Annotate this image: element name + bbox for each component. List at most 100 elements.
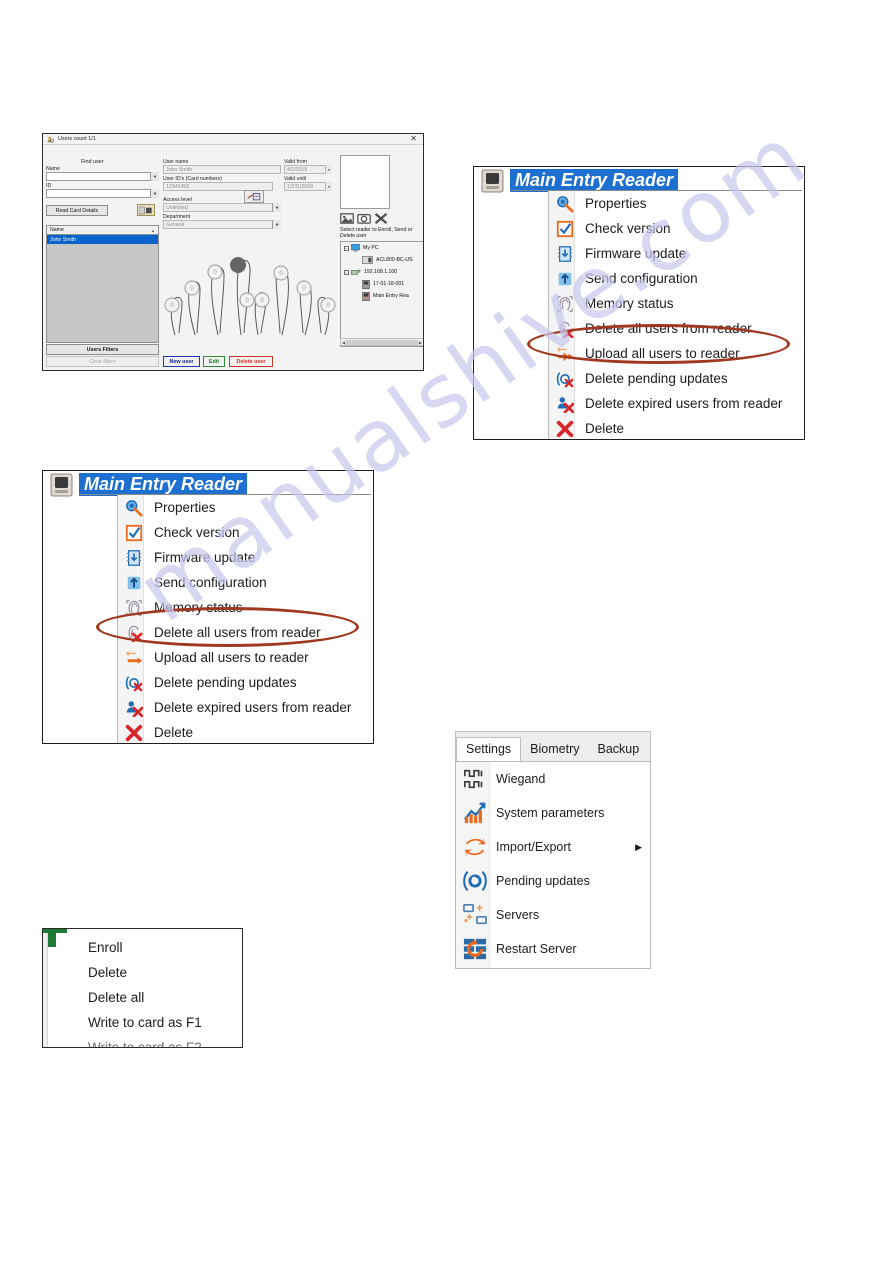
fingerprint-hands-diagram[interactable]: 000 000 00 bbox=[161, 243, 339, 341]
card-reader-icon[interactable] bbox=[137, 204, 155, 216]
names-list[interactable]: John Smith bbox=[46, 235, 159, 343]
reader-context-menu-upload: Main Entry Reader Properties Check versi… bbox=[473, 166, 805, 440]
check-version-icon bbox=[555, 219, 575, 239]
tree-item-main-entry-reader[interactable]: Main Entry Rea bbox=[341, 290, 423, 302]
sort-arrow-icon[interactable]: ▲ bbox=[151, 228, 155, 233]
menu-item-memory-status[interactable]: Memory status bbox=[549, 291, 804, 316]
fingerprint-reader-icon bbox=[480, 169, 506, 193]
reader-icon bbox=[362, 291, 370, 301]
delete-user-button[interactable]: Delete user bbox=[229, 356, 273, 367]
settings-tabs: Settings Biometry Backup bbox=[455, 731, 651, 763]
user-name-field[interactable]: John Smith bbox=[163, 165, 281, 174]
menu-item-import-export[interactable]: Import/Export ▶ bbox=[456, 830, 650, 864]
menu-item-pending-updates[interactable]: Pending updates bbox=[456, 864, 650, 898]
chevron-down-icon[interactable]: ▼ bbox=[150, 172, 159, 181]
menu-item-label: Check version bbox=[585, 221, 671, 236]
menu-item-firmware-update[interactable]: Firmware update bbox=[118, 545, 373, 570]
valid-from-field[interactable]: 4/1/2018 ▾ bbox=[284, 165, 332, 174]
menu-item-delete-expired-users[interactable]: Delete expired users from reader bbox=[118, 695, 373, 720]
load-photo-icon[interactable] bbox=[340, 212, 354, 226]
tree-item-label: 17-01-18-001 bbox=[373, 281, 405, 287]
tree-item-label: Main Entry Rea bbox=[373, 293, 409, 299]
menu-item-delete-pending-updates[interactable]: Delete pending updates bbox=[549, 366, 804, 391]
menu-item-memory-status[interactable]: Memory status bbox=[118, 595, 373, 620]
read-card-number-button[interactable] bbox=[244, 190, 264, 203]
tree-item-label: ACL800-BC-US bbox=[376, 257, 413, 263]
menu-item-restart-server[interactable]: Restart Server bbox=[456, 932, 650, 966]
menu-item-upload-all-users[interactable]: Upload all users to reader bbox=[118, 645, 373, 670]
menu-item-delete-expired-users[interactable]: Delete expired users from reader bbox=[549, 391, 804, 416]
card-reader-icon bbox=[362, 256, 373, 264]
menu-item-label: Send configuration bbox=[585, 271, 698, 286]
menu-item-delete-all[interactable]: Delete all bbox=[50, 985, 242, 1010]
menu-item-check-version[interactable]: Check version bbox=[118, 520, 373, 545]
menu-item-label: Check version bbox=[154, 525, 240, 540]
menu-item-send-configuration[interactable]: Send configuration bbox=[549, 266, 804, 291]
capture-photo-icon[interactable] bbox=[357, 212, 371, 226]
tab-backup[interactable]: Backup bbox=[589, 738, 649, 762]
edit-button[interactable]: Edit bbox=[203, 356, 225, 367]
menu-item-properties[interactable]: Properties bbox=[549, 191, 804, 216]
menu-item-delete[interactable]: Delete bbox=[549, 416, 804, 439]
properties-icon bbox=[555, 194, 575, 214]
names-grid-header[interactable]: Name ▲ bbox=[46, 225, 159, 235]
spinner-icon[interactable]: ▾ bbox=[325, 165, 332, 174]
chevron-down-icon[interactable]: ▼ bbox=[272, 203, 281, 212]
tree-item-ip[interactable]: − 192.168.1.100 bbox=[341, 266, 423, 278]
close-icon[interactable]: ✕ bbox=[410, 135, 419, 143]
new-user-button[interactable]: New user bbox=[163, 356, 200, 367]
tree-horizontal-scrollbar[interactable]: ◀ ▶ bbox=[340, 338, 423, 346]
menu-item-system-parameters[interactable]: System parameters bbox=[456, 796, 650, 830]
access-level-field[interactable]: Unlimited ▼ bbox=[163, 203, 281, 212]
menu-item-label: Delete expired users from reader bbox=[154, 700, 352, 715]
tree-expander-icon[interactable]: − bbox=[344, 269, 349, 275]
scrollbar-thumb[interactable] bbox=[346, 339, 418, 345]
menu-item-properties[interactable]: Properties bbox=[118, 495, 373, 520]
tree-item-acl800[interactable]: ACL800-BC-US bbox=[341, 254, 423, 266]
menu-item-check-version[interactable]: Check version bbox=[549, 216, 804, 241]
name-filter-input[interactable]: ▼ bbox=[46, 172, 159, 181]
tree-expander-icon[interactable]: − bbox=[344, 245, 349, 251]
read-card-details-button[interactable]: Read Card Details bbox=[46, 205, 108, 216]
computer-icon bbox=[351, 244, 360, 252]
spinner-icon[interactable]: ▾ bbox=[325, 182, 332, 191]
menu-item-firmware-update[interactable]: Firmware update bbox=[549, 241, 804, 266]
menu-item-upload-all-users[interactable]: Upload all users to reader bbox=[549, 341, 804, 366]
menu-item-delete[interactable]: Delete bbox=[50, 960, 242, 985]
chevron-down-icon[interactable]: ▼ bbox=[150, 189, 159, 198]
delete-expired-users-icon bbox=[555, 394, 575, 414]
menu-item-label: Send configuration bbox=[154, 575, 267, 590]
menu-item-wiegand[interactable]: Wiegand bbox=[456, 762, 650, 796]
user-photo-box[interactable] bbox=[340, 155, 390, 209]
menu-item-enroll[interactable]: Enroll bbox=[50, 935, 242, 960]
menu-item-delete-pending-updates[interactable]: Delete pending updates bbox=[118, 670, 373, 695]
menu-item-delete-all-users[interactable]: Delete all users from reader bbox=[118, 620, 373, 645]
users-filters-button[interactable]: Users Filters bbox=[46, 344, 159, 355]
department-field[interactable]: General ▼ bbox=[163, 220, 281, 229]
submenu-arrow-icon[interactable]: ▶ bbox=[635, 842, 642, 853]
reader-title: Main Entry Reader bbox=[79, 473, 248, 496]
valid-until-field[interactable]: 12/31/2099 ▾ bbox=[284, 182, 332, 191]
id-filter-input[interactable]: ▼ bbox=[46, 189, 159, 198]
reader-icon bbox=[362, 279, 370, 289]
menu-item-servers[interactable]: Servers bbox=[456, 898, 650, 932]
upload-users-icon bbox=[124, 648, 144, 668]
delete-photo-icon[interactable] bbox=[374, 212, 388, 226]
tab-biometry[interactable]: Biometry bbox=[521, 738, 588, 762]
reader-header-top: Main Entry Reader bbox=[474, 167, 804, 193]
reader-tree[interactable]: − My PC ACL800-BC-US − 192.168.1.100 17-… bbox=[340, 241, 423, 347]
menu-item-delete-all-users[interactable]: Delete all users from reader bbox=[549, 316, 804, 341]
tree-item-my-pc[interactable]: − My PC bbox=[341, 242, 423, 254]
menu-item-label: Delete pending updates bbox=[154, 675, 297, 690]
scroll-right-icon[interactable]: ▶ bbox=[419, 340, 422, 345]
tree-item-reader-001[interactable]: 17-01-18-001 bbox=[341, 278, 423, 290]
names-column-header: Name bbox=[50, 227, 64, 233]
user-name-value: John Smith bbox=[166, 166, 192, 173]
tab-settings[interactable]: Settings bbox=[456, 737, 522, 763]
chevron-down-icon[interactable]: ▼ bbox=[272, 220, 281, 229]
scroll-left-icon[interactable]: ◀ bbox=[342, 340, 345, 345]
menu-item-delete[interactable]: Delete bbox=[118, 720, 373, 743]
menu-item-send-configuration[interactable]: Send configuration bbox=[118, 570, 373, 595]
menu-item-write-to-card-f1[interactable]: Write to card as F1 bbox=[50, 1010, 242, 1035]
list-item[interactable]: John Smith bbox=[47, 235, 158, 244]
